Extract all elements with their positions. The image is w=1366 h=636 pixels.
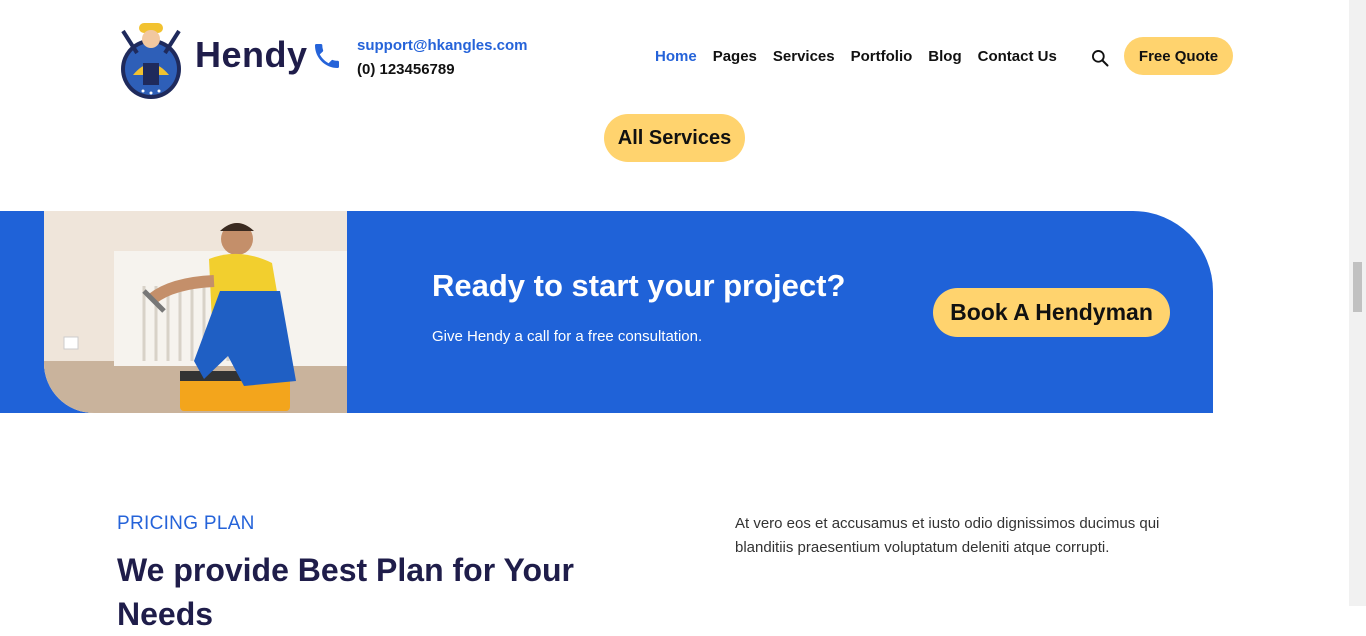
pricing-description: At vero eos et accusamus et iusto odio d…: [735, 515, 1160, 556]
pricing-title: We provide Best Plan for Your Needs: [117, 552, 574, 632]
banner-subtitle: Give Hendy a call for a free consultatio…: [432, 328, 703, 345]
handyman-photo: [44, 211, 347, 413]
nav-portfolio[interactable]: Portfolio: [851, 48, 913, 65]
book-hendyman-button[interactable]: Book A Hendyman: [933, 288, 1170, 337]
nav-services[interactable]: Services: [773, 48, 835, 65]
phone-icon: [315, 44, 339, 68]
brand-name[interactable]: Hendy: [195, 34, 308, 76]
contact-phone[interactable]: (0) 123456789: [357, 61, 455, 78]
search-icon[interactable]: [1090, 48, 1110, 68]
nav-pages[interactable]: Pages: [713, 48, 757, 65]
page-scrollbar[interactable]: [1349, 0, 1366, 606]
free-quote-button[interactable]: Free Quote: [1124, 37, 1233, 75]
main-nav: Home Pages Services Portfolio Blog Conta…: [655, 48, 1057, 65]
nav-contact-us[interactable]: Contact Us: [978, 48, 1057, 65]
hendy-logo[interactable]: [117, 13, 185, 99]
banner-title: Ready to start your project?: [432, 268, 846, 303]
pricing-kicker: PRICING PLAN: [117, 513, 255, 534]
nav-home[interactable]: Home: [655, 48, 697, 65]
all-services-button[interactable]: All Services: [604, 114, 745, 162]
contact-email-link[interactable]: support@hkangles.com: [357, 37, 528, 54]
nav-blog[interactable]: Blog: [928, 48, 961, 65]
scrollbar-thumb[interactable]: [1353, 262, 1362, 312]
